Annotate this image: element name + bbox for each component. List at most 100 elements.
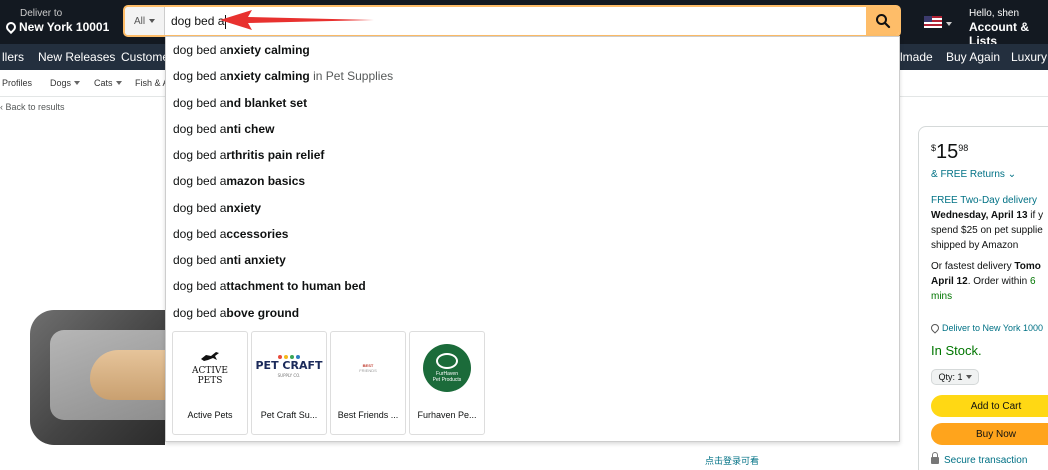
- search-button[interactable]: [866, 7, 899, 35]
- price-whole: 15: [936, 141, 959, 163]
- buy-box: $1598 & FREE Returns ⌄ FREE Two-Day deli…: [918, 126, 1048, 470]
- chevron-down-icon: ⌄: [1007, 169, 1017, 180]
- buybox-deliver-to-label: Deliver to New York 1000: [942, 323, 1044, 333]
- suggestion-item[interactable]: dog bed arthritis pain relief: [173, 148, 324, 162]
- brand-logo-text: FRIENDS: [359, 368, 377, 373]
- secure-transaction-link[interactable]: Secure transaction: [931, 452, 1027, 466]
- subnav-item-fish[interactable]: Fish & A: [135, 78, 169, 88]
- suggestion-item[interactable]: dog bed amazon basics: [173, 174, 305, 188]
- order-within-label: . Order within: [967, 276, 1028, 287]
- deliver-to-location[interactable]: Deliver to New York 10001: [3, 8, 110, 35]
- nav-item-handmade[interactable]: lmade: [900, 50, 933, 64]
- dog-silhouette-icon: [200, 351, 219, 361]
- account-greeting: Hello, shen: [969, 8, 1020, 19]
- suggestion-item[interactable]: dog bed accessories: [173, 227, 288, 241]
- brand-name: Active Pets: [187, 410, 233, 420]
- order-countdown-unit: mins: [931, 291, 953, 302]
- quantity-label: Qty: 1: [938, 372, 963, 382]
- fastest-delivery-date: April 12: [931, 276, 968, 287]
- deliver-label: Deliver to: [20, 8, 63, 19]
- search-suggestions-dropdown: dog bed anxiety calming dog bed anxiety …: [165, 36, 900, 442]
- brand-name: Pet Craft Su...: [260, 410, 318, 420]
- back-to-results-link[interactable]: ‹ Back to results: [0, 102, 65, 112]
- delivery-condition-3: shipped by Amazon: [931, 240, 1019, 251]
- suggestion-completion: nxiety calming: [226, 43, 310, 57]
- fastest-delivery-label: Or fastest delivery: [931, 261, 1012, 272]
- chevron-down-icon: [74, 81, 81, 85]
- add-to-cart-button[interactable]: Add to Cart: [931, 395, 1048, 417]
- suggestion-completion: nxiety calming: [226, 69, 310, 83]
- chevron-down-icon: [965, 375, 972, 379]
- delivery-info: FREE Two-Day delivery Wednesday, April 1…: [931, 193, 1048, 304]
- suggestion-item[interactable]: dog bed anti anxiety: [173, 253, 286, 267]
- brand-card-pet-craft[interactable]: PET CRAFT SUPPLY CO. Pet Craft Su...: [251, 331, 327, 435]
- brand-name: Best Friends ...: [337, 410, 399, 420]
- suggestion-item[interactable]: dog bed and blanket set: [173, 96, 307, 110]
- suggestion-item[interactable]: dog bed above ground: [173, 306, 299, 320]
- delivery-date: Wednesday, April 13: [931, 210, 1028, 221]
- pet-face-icon: [436, 353, 458, 369]
- brand-logo: PET CRAFT SUPPLY CO.: [252, 332, 326, 404]
- brand-logo: BEST FRIENDS: [331, 332, 405, 404]
- location-pin-icon: [3, 19, 19, 35]
- subnav-item-dogs[interactable]: Dogs: [50, 78, 81, 88]
- chevron-down-icon: [946, 22, 952, 26]
- buybox-deliver-to-link[interactable]: Deliver to New York 1000: [929, 322, 1044, 334]
- suggestion-prefix: dog bed a: [173, 201, 227, 215]
- nav-item-customer-service[interactable]: Custome: [121, 50, 169, 64]
- chevron-down-icon: [115, 81, 122, 85]
- suggestion-completion: nti anxiety: [226, 253, 286, 267]
- nav-item-luxury-stores[interactable]: Luxury S: [1011, 50, 1048, 64]
- brand-logo-text: PETS: [197, 375, 223, 386]
- suggestion-item[interactable]: dog bed attachment to human bed: [173, 279, 366, 293]
- subnav-item-profiles[interactable]: Profiles: [2, 78, 32, 88]
- nav-item-best-sellers[interactable]: llers: [2, 50, 24, 64]
- product-price: $1598: [931, 141, 968, 164]
- suggestion-category: in Pet Supplies: [309, 69, 394, 83]
- suggestion-completion: ccessories: [226, 227, 289, 241]
- brand-name: Furhaven Pe...: [417, 410, 477, 420]
- suggestion-prefix: dog bed a: [173, 43, 227, 57]
- suggestion-prefix: dog bed a: [173, 69, 227, 83]
- suggestion-completion: nd blanket set: [226, 96, 308, 110]
- search-category-select[interactable]: All: [125, 7, 165, 35]
- subnav-item-label: Cats: [94, 78, 113, 88]
- brand-card-best-friends[interactable]: BEST FRIENDS Best Friends ...: [330, 331, 406, 435]
- subnav-item-cats[interactable]: Cats: [94, 78, 122, 88]
- suggestion-item[interactable]: dog bed anxiety calming in Pet Supplies: [173, 69, 393, 83]
- product-image[interactable]: [30, 290, 180, 450]
- scan-to-view-text[interactable]: 点击登录可看: [705, 454, 759, 467]
- quantity-select[interactable]: Qty: 1: [931, 369, 979, 385]
- suggestion-prefix: dog bed a: [173, 148, 227, 162]
- suggestion-item[interactable]: dog bed anxiety: [173, 201, 261, 215]
- search-input[interactable]: dog bed a: [171, 14, 227, 29]
- brand-logo: ACTIVE PETS: [173, 332, 247, 404]
- stock-status: In Stock.: [931, 343, 982, 358]
- subnav-item-label: Profiles: [2, 78, 33, 88]
- search-icon: [875, 14, 890, 29]
- suggestion-item[interactable]: dog bed anxiety calming: [173, 43, 310, 57]
- brand-logo-text: SUPPLY CO.: [277, 373, 301, 378]
- brand-card-furhaven[interactable]: FurHaven Pet Products Furhaven Pe...: [409, 331, 485, 435]
- suggestion-completion: ttachment to human bed: [226, 279, 366, 293]
- us-flag-icon[interactable]: [924, 16, 942, 28]
- chevron-down-icon: [149, 19, 156, 23]
- suggestion-item[interactable]: dog bed anti chew: [173, 122, 274, 136]
- account-lists-menu[interactable]: Hello, shen Account & Lists: [969, 8, 1048, 48]
- buy-now-button[interactable]: Buy Now: [931, 423, 1048, 445]
- brand-logo-text: ACTIVE: [191, 365, 228, 376]
- brand-logo-text: Pet Products: [432, 377, 462, 383]
- suggestion-prefix: dog bed a: [173, 306, 227, 320]
- free-delivery-link[interactable]: FREE Two-Day delivery: [931, 193, 1048, 208]
- deliver-location: New York 10001: [19, 20, 110, 34]
- free-returns-label: & FREE Returns: [931, 169, 1005, 180]
- search-query-text: dog bed a: [171, 14, 225, 28]
- brand-logo: FurHaven Pet Products: [410, 332, 484, 404]
- brand-card-active-pets[interactable]: ACTIVE PETS Active Pets: [172, 331, 248, 435]
- order-countdown: 6: [1029, 276, 1036, 287]
- nav-item-new-releases[interactable]: New Releases: [38, 50, 115, 64]
- free-returns-link[interactable]: & FREE Returns ⌄: [931, 169, 1016, 180]
- nav-item-buy-again[interactable]: Buy Again: [946, 50, 1000, 64]
- suggestion-completion: nti chew: [226, 122, 275, 136]
- fastest-delivery-day: Tomo: [1014, 261, 1041, 272]
